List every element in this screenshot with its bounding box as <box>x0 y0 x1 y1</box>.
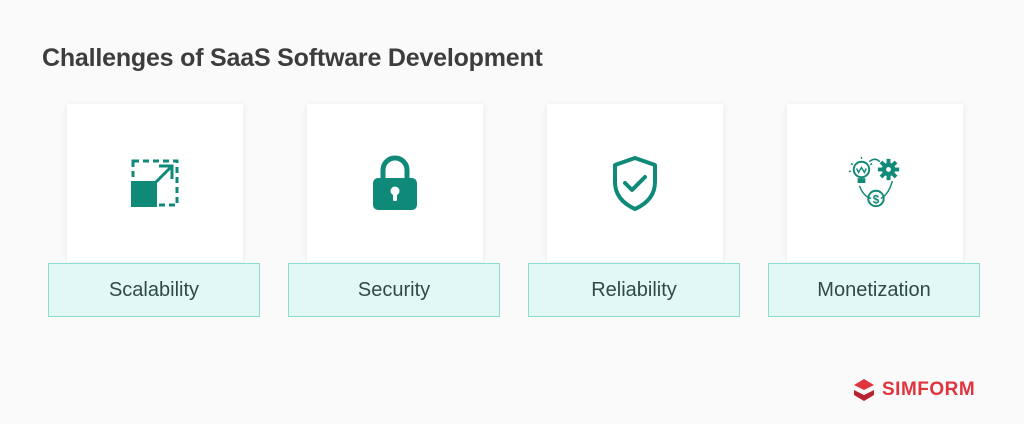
simform-logo-text: SIMFORM <box>882 379 976 400</box>
label-scalability: Scalability <box>48 263 260 317</box>
monetization-icon: $ <box>846 154 904 212</box>
label-security: Security <box>288 263 500 317</box>
card-monetization: $ <box>787 104 963 262</box>
simform-logo: SIMFORM <box>852 378 975 402</box>
shield-check-icon <box>606 154 664 212</box>
svg-text:$: $ <box>873 193 880 206</box>
label-reliability: Reliability <box>528 263 740 317</box>
page-title: Challenges of SaaS Software Development <box>42 44 543 72</box>
simform-logo-mark <box>854 379 874 401</box>
label-monetization: Monetization <box>768 263 980 317</box>
card-reliability <box>547 104 723 262</box>
card-security <box>307 104 483 262</box>
card-scalability <box>67 104 243 262</box>
scalability-icon <box>126 154 184 212</box>
padlock-icon <box>366 154 424 212</box>
